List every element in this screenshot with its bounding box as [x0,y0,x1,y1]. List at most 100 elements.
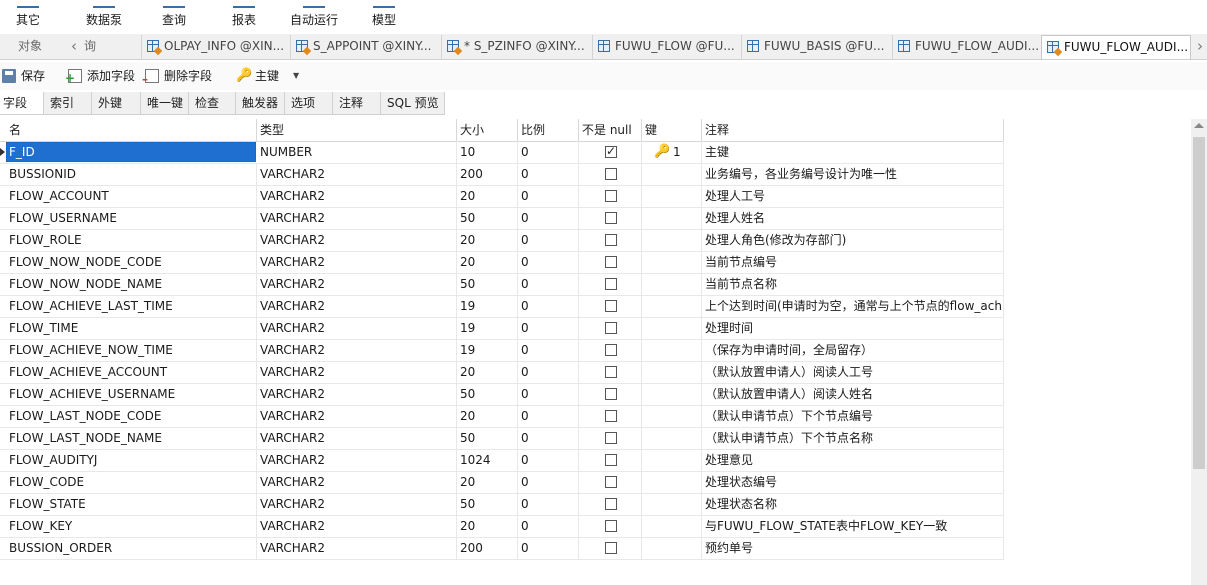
cell-comment[interactable]: 处理状态编号 [702,471,1004,493]
subtab-triggers[interactable]: 触发器 [236,92,285,114]
cell-key[interactable] [642,229,702,251]
ribbon-report-button[interactable]: 报表 [220,0,268,34]
cell-comment[interactable]: 主键 [702,141,1004,163]
cell-type[interactable]: VARCHAR2 [257,339,457,361]
field-name-input[interactable]: F_ID [6,142,256,162]
chevron-right-icon[interactable]: › [1192,34,1207,59]
cell-size[interactable]: 50 [457,427,518,449]
table-row[interactable]: FLOW_LAST_NODE_CODE VARCHAR2 20 0 （默认申请节点）下个… [0,405,1004,428]
cell-type[interactable]: VARCHAR2 [257,537,457,559]
ribbon-data-pump-button[interactable]: 数据泵 [80,0,128,34]
chevron-left-icon[interactable]: ‹ [66,34,82,59]
cell-comment[interactable]: （默认放置申请人）阅读人姓名 [702,383,1004,405]
cell-size[interactable]: 19 [457,317,518,339]
cell-scale[interactable]: 0 [518,471,579,493]
cell-comment[interactable]: （默认申请节点）下个节点编号 [702,405,1004,427]
cell-type[interactable]: VARCHAR2 [257,471,457,493]
cell-comment[interactable]: 处理时间 [702,317,1004,339]
cell-size[interactable]: 19 [457,339,518,361]
cell-type[interactable]: VARCHAR2 [257,405,457,427]
cell-type[interactable]: NUMBER [257,141,457,163]
cell-name[interactable]: FLOW_USERNAME [6,207,257,229]
not-null-checkbox[interactable] [605,388,617,400]
cell-size[interactable]: 50 [457,383,518,405]
cell-name[interactable]: FLOW_STATE [6,493,257,515]
table-row[interactable]: FLOW_ACHIEVE_LAST_TIME VARCHAR2 19 0 上个达到时间(… [0,295,1004,318]
cell-size[interactable]: 20 [457,515,518,537]
cell-scale[interactable]: 0 [518,427,579,449]
cell-key[interactable] [642,207,702,229]
not-null-checkbox[interactable] [605,344,617,356]
table-row[interactable]: FLOW_ACHIEVE_USERNAME VARCHAR2 50 0 （默认放置申请人… [0,383,1004,406]
cell-size[interactable]: 200 [457,537,518,559]
cell-size[interactable]: 19 [457,295,518,317]
cell-size[interactable]: 20 [457,229,518,251]
tab-s-pzinfo[interactable]: * S_PZINFO @XINY... [441,35,591,59]
header-size[interactable]: 大小 [457,119,518,141]
not-null-checkbox[interactable] [605,366,617,378]
table-row[interactable]: FLOW_LAST_NODE_NAME VARCHAR2 50 0 （默认申请节点）下个… [0,427,1004,450]
table-row[interactable]: FLOW_ACCOUNT VARCHAR2 20 0 处理人工号 [0,185,1004,208]
cell-scale[interactable]: 0 [518,273,579,295]
cell-name[interactable]: FLOW_ACHIEVE_USERNAME [6,383,257,405]
ribbon-other-button[interactable]: 其它 [5,0,51,34]
cell-size[interactable]: 20 [457,251,518,273]
cell-type[interactable]: VARCHAR2 [257,427,457,449]
not-null-checkbox[interactable] [605,190,617,202]
cell-type[interactable]: VARCHAR2 [257,383,457,405]
cell-scale[interactable]: 0 [518,339,579,361]
cell-key[interactable] [642,339,702,361]
cell-key[interactable] [642,273,702,295]
cell-name[interactable]: BUSSIONID [6,163,257,185]
cell-scale[interactable]: 0 [518,163,579,185]
cell-comment[interactable]: 处理人姓名 [702,207,1004,229]
tab-objects[interactable]: 对象 [0,34,64,59]
table-row[interactable]: FLOW_ROLE VARCHAR2 20 0 处理人角色(修改为存部门) [0,229,1004,252]
cell-type[interactable]: VARCHAR2 [257,185,457,207]
table-row[interactable]: FLOW_USERNAME VARCHAR2 50 0 处理人姓名 [0,207,1004,230]
table-row[interactable]: FLOW_NOW_NODE_NAME VARCHAR2 50 0 当前节点名称 [0,273,1004,296]
subtab-unique-keys[interactable]: 唯一键 [141,92,189,114]
table-row[interactable]: FLOW_TIME VARCHAR2 19 0 处理时间 [0,317,1004,340]
header-type[interactable]: 类型 [257,119,457,141]
cell-scale[interactable]: 0 [518,251,579,273]
cell-scale[interactable]: 0 [518,383,579,405]
cell-scale[interactable]: 0 [518,537,579,559]
tab-fuwu-basis[interactable]: FUWU_BASIS @FU... [741,35,891,59]
cell-comment[interactable]: 处理人工号 [702,185,1004,207]
subtab-foreign-keys[interactable]: 外键 [92,92,141,114]
cell-key[interactable] [642,163,702,185]
cell-scale[interactable]: 0 [518,229,579,251]
cell-size[interactable]: 20 [457,471,518,493]
table-row[interactable]: FLOW_NOW_NODE_CODE VARCHAR2 20 0 当前节点编号 [0,251,1004,274]
cell-comment[interactable]: （默认放置申请人）阅读人工号 [702,361,1004,383]
not-null-checkbox[interactable] [605,542,617,554]
tab-fuwu-flow-audit[interactable]: FUWU_FLOW_AUDI... [892,35,1040,59]
cell-name[interactable]: FLOW_KEY [6,515,257,537]
cell-key[interactable] [642,383,702,405]
cell-key[interactable] [642,471,702,493]
cell-comment[interactable]: 处理人角色(修改为存部门) [702,229,1004,251]
cell-key[interactable] [642,251,702,273]
cell-comment[interactable]: 处理状态名称 [702,493,1004,515]
cell-scale[interactable]: 0 [518,185,579,207]
cell-type[interactable]: VARCHAR2 [257,449,457,471]
cell-comment[interactable]: 当前节点编号 [702,251,1004,273]
scrollbar-thumb[interactable] [1193,137,1205,469]
primary-key-button[interactable]: 🔑 主键 ▼ [236,67,302,85]
cell-scale[interactable]: 0 [518,449,579,471]
header-comment[interactable]: 注释 [702,119,1004,141]
not-null-checkbox[interactable] [605,212,617,224]
ribbon-model-button[interactable]: 模型 [360,0,408,34]
cell-type[interactable]: VARCHAR2 [257,229,457,251]
table-row[interactable]: BUSSIONID VARCHAR2 200 0 业务编号，各业务编号设计为唯一性 [0,163,1004,186]
cell-type[interactable]: VARCHAR2 [257,295,457,317]
cell-scale[interactable]: 0 [518,141,579,163]
cell-comment[interactable]: 与FUWU_FLOW_STATE表中FLOW_KEY一致 [702,515,1004,537]
cell-name[interactable]: FLOW_CODE [6,471,257,493]
cell-comment[interactable]: （保存为申请时间，全局留存） [702,339,1004,361]
cell-scale[interactable]: 0 [518,515,579,537]
cell-key[interactable] [642,427,702,449]
cell-key[interactable] [642,515,702,537]
not-null-checkbox[interactable] [605,256,617,268]
